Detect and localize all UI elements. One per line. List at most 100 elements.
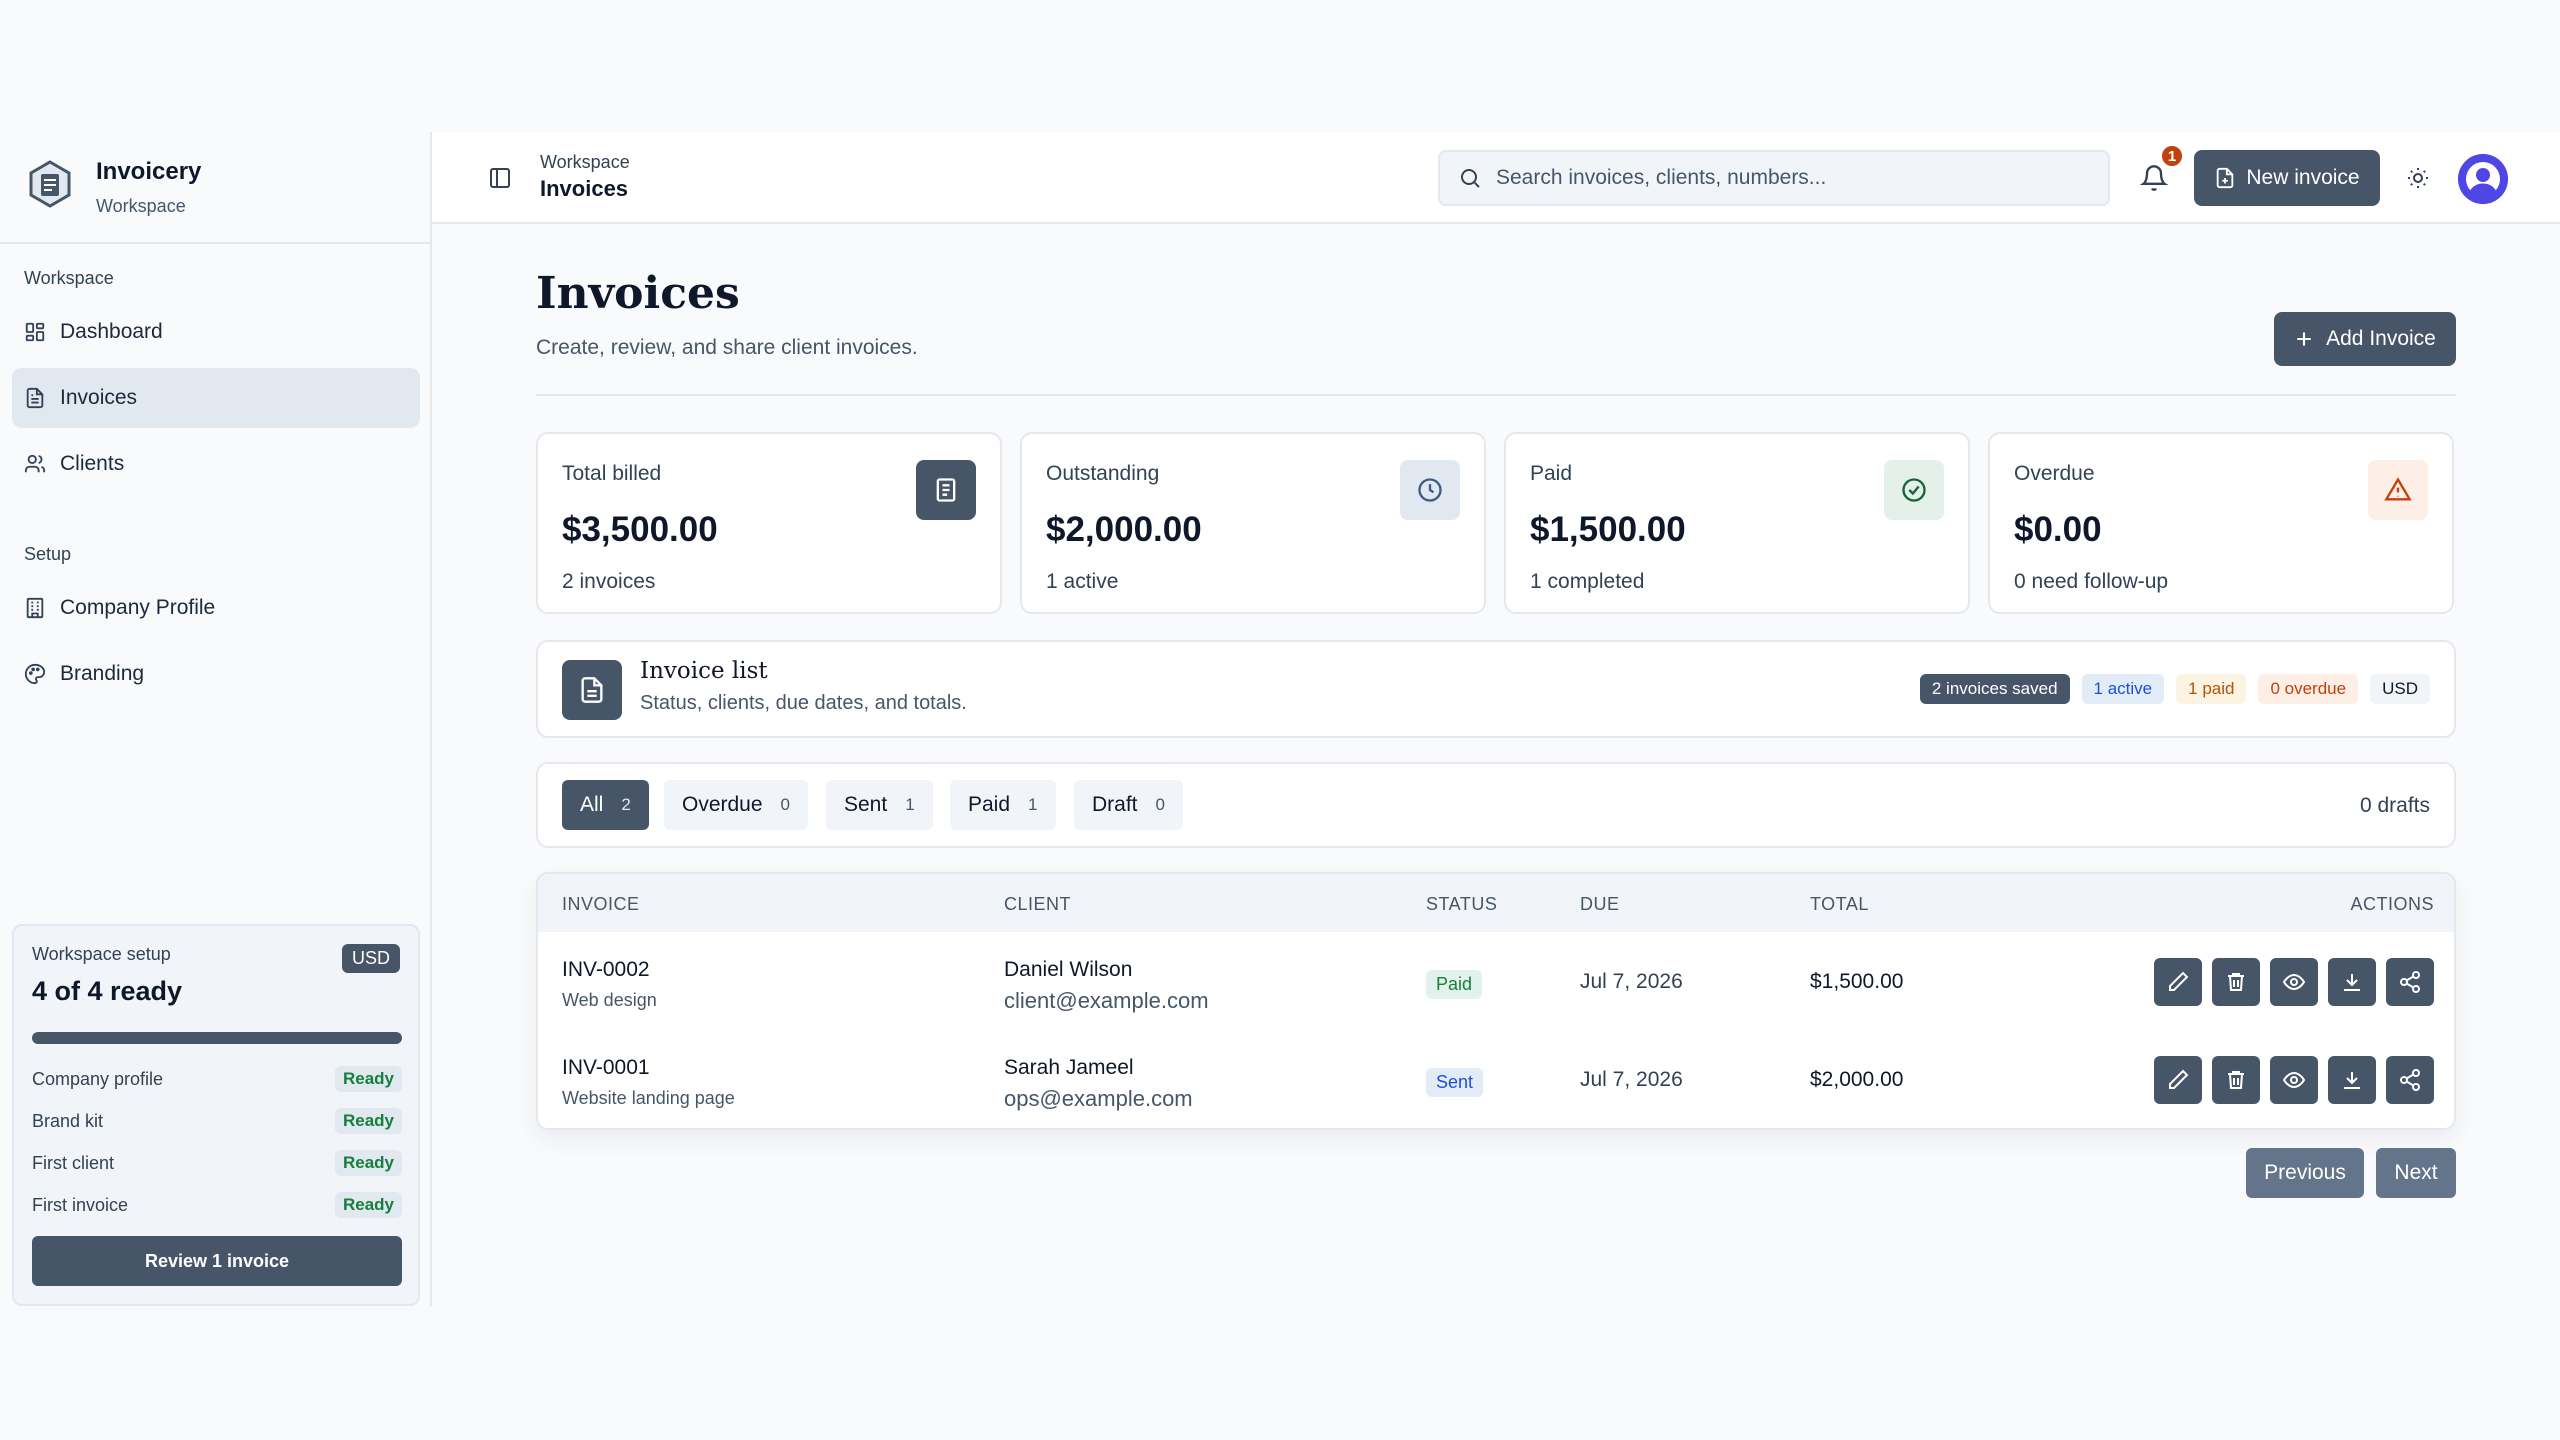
setup-progress-bar — [32, 1032, 402, 1044]
edit-button[interactable] — [2154, 958, 2202, 1006]
workspace-setup-card: Workspace setup USD 4 of 4 ready Company… — [12, 924, 420, 1306]
tab-label: Overdue — [682, 793, 763, 816]
sidebar-item-dashboard[interactable]: Dashboard — [12, 302, 420, 362]
stat-value: $0.00 — [2014, 510, 2102, 549]
tab-draft[interactable]: Draft 0 — [1074, 780, 1183, 830]
setup-card-label: Workspace setup — [32, 944, 171, 964]
status-badge: Sent — [1426, 1068, 1484, 1097]
stat-card-total-billed: Total billed $3,500.00 2 invoices — [536, 432, 1002, 614]
setup-check-first-client: First client Ready — [32, 1150, 402, 1176]
pill-active: 1 active — [2081, 674, 2165, 704]
brand-logo-icon — [29, 160, 71, 208]
view-button[interactable] — [2270, 1056, 2318, 1104]
previous-page-button[interactable]: Previous — [2246, 1148, 2364, 1198]
stat-icon-box — [1400, 460, 1460, 520]
download-button[interactable] — [2328, 1056, 2376, 1104]
eye-icon — [2282, 1071, 2306, 1089]
plus-icon — [2297, 332, 2311, 346]
document-icon — [26, 387, 44, 409]
stat-card-paid: Paid $1,500.00 1 completed — [1504, 432, 1970, 614]
tab-paid[interactable]: Paid 1 — [950, 780, 1056, 830]
page-title: Invoices — [536, 268, 740, 319]
tab-count: 1 — [905, 795, 915, 814]
new-invoice-label: New invoice — [2246, 166, 2360, 189]
invoice-total: $1,500.00 — [1810, 970, 1904, 993]
building-icon — [26, 597, 44, 619]
row-actions — [2154, 1056, 2434, 1104]
stat-label: Paid — [1530, 462, 1573, 485]
stat-value: $3,500.00 — [562, 510, 718, 549]
bell-icon[interactable] — [2140, 164, 2168, 192]
pill-saved: 2 invoices saved — [1919, 674, 2070, 704]
check-label: Brand kit — [32, 1110, 104, 1131]
client-name: Daniel Wilson — [1004, 958, 1133, 981]
theme-toggle-sun-icon[interactable] — [2406, 166, 2430, 190]
avatar[interactable] — [2458, 154, 2508, 204]
users-icon — [24, 454, 46, 473]
download-icon — [2344, 1072, 2360, 1089]
tab-count: 0 — [1155, 795, 1165, 814]
tab-overdue[interactable]: Overdue 0 — [664, 780, 809, 830]
tab-label: Paid — [968, 793, 1011, 816]
pencil-icon — [2169, 1069, 2189, 1089]
column-header-client: CLIENT — [1004, 894, 1072, 914]
drafts-count: 0 drafts — [2359, 794, 2430, 817]
palette-icon — [24, 663, 46, 685]
download-icon — [2344, 974, 2360, 991]
table-row[interactable]: INV-0001 Website landing page Sarah Jame… — [538, 1032, 2454, 1128]
search-input[interactable] — [1496, 166, 2056, 190]
next-page-button[interactable]: Next — [2376, 1148, 2456, 1198]
tab-sent[interactable]: Sent 1 — [826, 780, 933, 830]
sidebar-item-label: Dashboard — [60, 320, 163, 343]
pill-paid: 1 paid — [2176, 674, 2247, 704]
sidebar-item-invoices[interactable]: Invoices — [12, 368, 420, 428]
breadcrumb-parent[interactable]: Workspace — [540, 152, 630, 173]
share-button[interactable] — [2386, 958, 2434, 1006]
delete-button[interactable] — [2212, 958, 2260, 1006]
due-date: Jul 7, 2026 — [1580, 970, 1683, 993]
setup-progress-fill — [32, 1032, 402, 1044]
ready-badge: Ready — [334, 1066, 402, 1092]
trash-icon — [2228, 973, 2244, 991]
setup-check-brand-kit: Brand kit Ready — [32, 1108, 402, 1134]
sidebar-item-label: Branding — [60, 662, 145, 685]
add-invoice-button[interactable]: Add Invoice — [2274, 312, 2456, 366]
tab-label: Sent — [844, 793, 888, 816]
invoice-total: $2,000.00 — [1810, 1068, 1904, 1091]
sidebar-item-clients[interactable]: Clients — [12, 434, 420, 494]
table-row[interactable]: INV-0002 Web design Daniel Wilson client… — [538, 934, 2454, 1032]
stat-note: 1 completed — [1530, 570, 1645, 593]
document-icon — [581, 677, 603, 703]
sidebar-item-branding[interactable]: Branding — [12, 644, 420, 704]
search-box[interactable] — [1438, 150, 2110, 206]
column-header-total: TOTAL — [1810, 894, 1869, 914]
download-button[interactable] — [2328, 958, 2376, 1006]
view-button[interactable] — [2270, 958, 2318, 1006]
check-label: Company profile — [32, 1068, 164, 1089]
invoice-number: INV-0002 — [562, 958, 650, 981]
share-button[interactable] — [2386, 1056, 2434, 1104]
setup-card-title: 4 of 4 ready — [32, 976, 183, 1006]
sidebar-item-label: Clients — [60, 452, 125, 475]
sidebar-toggle-icon[interactable] — [488, 166, 512, 190]
review-invoice-button[interactable]: Review 1 invoice — [32, 1236, 402, 1286]
brand[interactable]: Invoicery Workspace — [0, 132, 430, 244]
new-invoice-button[interactable]: New invoice — [2194, 150, 2380, 206]
delete-button[interactable] — [2212, 1056, 2260, 1104]
sidebar-item-company-profile[interactable]: Company Profile — [12, 578, 420, 638]
column-header-invoice: INVOICE — [562, 894, 640, 914]
breadcrumb-current: Invoices — [540, 176, 629, 201]
search-icon — [1461, 169, 1480, 188]
tab-all[interactable]: All 2 — [562, 780, 649, 830]
tab-count: 2 — [621, 795, 631, 814]
stat-card-outstanding: Outstanding $2,000.00 1 active — [1020, 432, 1486, 614]
sidebar-item-label: Invoices — [60, 386, 138, 409]
tab-label: All — [580, 793, 604, 816]
pill-overdue: 0 overdue — [2258, 674, 2359, 704]
client-email: ops@example.com — [1004, 1086, 1193, 1111]
list-icon-box — [562, 660, 622, 720]
summary-pills: 2 invoices saved 1 active 1 paid 0 overd… — [1919, 674, 2430, 704]
edit-button[interactable] — [2154, 1056, 2202, 1104]
app: Invoicery Workspace Workspace Dashboard … — [0, 132, 2560, 1306]
tab-count: 0 — [780, 795, 791, 814]
